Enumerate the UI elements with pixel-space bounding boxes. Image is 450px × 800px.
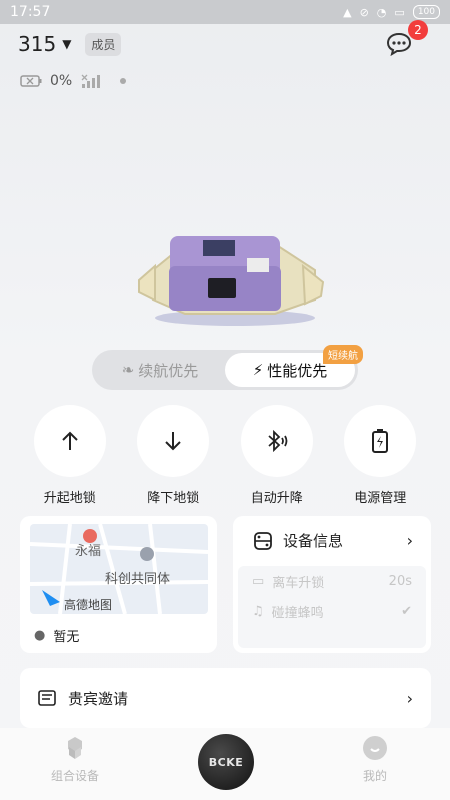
mode-toggle: ❧ 续航优先 ⚡ 性能优先 短续航 bbox=[92, 345, 363, 390]
mute-icon: ⊘ bbox=[359, 5, 369, 19]
action-circle bbox=[344, 405, 417, 477]
action-auto-lift[interactable]: 自动升降 bbox=[232, 405, 322, 506]
location-pin-icon: ● bbox=[34, 628, 46, 643]
invite-label: 贵宾邀请 bbox=[68, 689, 129, 708]
action-lower-lock[interactable]: 降下地锁 bbox=[128, 405, 218, 506]
device-info-icon bbox=[254, 531, 272, 550]
chevron-right-icon: › bbox=[406, 688, 413, 708]
action-label: 降下地锁 bbox=[147, 491, 200, 506]
signal-icon: ▲ bbox=[343, 5, 352, 19]
combo-device-icon bbox=[68, 737, 82, 759]
action-label: 电源管理 bbox=[354, 491, 407, 506]
map-label-kechuang: 科创共同体 bbox=[105, 572, 171, 587]
mode-option-label: 性能优先 bbox=[267, 361, 328, 380]
tab-label: 我的 bbox=[362, 769, 387, 783]
tab-mine[interactable]: 我的 bbox=[330, 735, 420, 784]
mode-tag: 短续航 bbox=[323, 345, 363, 364]
action-label: 自动升降 bbox=[250, 491, 303, 506]
action-power-management[interactable]: 电源管理 bbox=[335, 405, 425, 506]
brand-logo-text: BCKE bbox=[208, 755, 244, 769]
arrow-up-icon bbox=[62, 431, 78, 450]
role-badge: 成员 bbox=[85, 32, 122, 56]
battery-percent: 0% bbox=[50, 73, 73, 89]
info-row-value: 20s bbox=[388, 573, 412, 589]
info-row-label: 离车升锁 bbox=[272, 575, 325, 591]
device-info-rows: ▭ 离车升锁 20s ♫ 碰撞蜂鸣 ✔ bbox=[238, 566, 426, 648]
vip-invite-row[interactable]: 贵宾邀请 › bbox=[20, 668, 431, 728]
mode-option-endurance[interactable]: ❧ 续航优先 bbox=[95, 353, 225, 387]
device-info-header[interactable]: 设备信息 › bbox=[253, 530, 413, 551]
battery-empty-icon bbox=[20, 75, 42, 87]
center-fab-button[interactable]: BCKE bbox=[198, 734, 254, 790]
header: 315 ▼ 成员 2 bbox=[0, 20, 450, 60]
parking-lock-image bbox=[138, 236, 325, 326]
caret-down-icon: ▼ bbox=[62, 37, 72, 51]
action-circle bbox=[137, 405, 210, 477]
device-status-row: 0% bbox=[20, 73, 127, 89]
device-selector[interactable]: 315 ▼ bbox=[18, 32, 71, 56]
map-card[interactable]: 永福 科创共同体 高德地图 ● 暂无 bbox=[20, 516, 217, 653]
map-location-row: ● 暂无 bbox=[34, 626, 79, 645]
wifi-icon: ◔ bbox=[376, 5, 387, 19]
action-row: 升起地锁 降下地锁 自动升降 电源管理 bbox=[0, 405, 450, 506]
action-label: 升起地锁 bbox=[43, 491, 96, 506]
device-info-title: 设备信息 bbox=[283, 532, 344, 550]
connection-dot-icon bbox=[120, 78, 127, 84]
status-icons: ▲ ⊘ ◔ ▭ 100 bbox=[343, 5, 440, 19]
device-info-card: 设备信息 › ▭ 离车升锁 20s ♫ 碰撞蜂鸣 ✔ bbox=[233, 516, 431, 653]
envelope-icon bbox=[38, 690, 56, 706]
map-view[interactable]: 永福 科创共同体 高德地图 bbox=[30, 524, 208, 614]
info-row-collision-beep: ♫ 碰撞蜂鸣 ✔ bbox=[238, 596, 426, 626]
map-location-text: 暂无 bbox=[53, 630, 80, 645]
arrow-down-icon bbox=[165, 432, 181, 451]
action-circle bbox=[33, 405, 106, 477]
chevron-right-icon: › bbox=[406, 531, 413, 550]
message-count-badge: 2 bbox=[408, 20, 428, 40]
profile-face-icon bbox=[363, 736, 387, 760]
info-row-label: 碰撞蜂鸣 bbox=[271, 605, 324, 621]
no-signal-icon bbox=[81, 74, 101, 88]
leaf-icon: ❧ bbox=[121, 361, 135, 379]
mode-option-label: 续航优先 bbox=[138, 361, 199, 380]
check-circle-icon: ✔ bbox=[401, 603, 412, 619]
status-bar: 17:57 ▲ ⊘ ◔ ▭ 100 bbox=[0, 0, 450, 24]
car-icon: ▭ bbox=[252, 573, 265, 589]
status-time: 17:57 bbox=[10, 4, 51, 20]
bell-icon: ♫ bbox=[252, 603, 264, 619]
device-id-text: 315 bbox=[18, 32, 57, 56]
bluetooth-signal-icon bbox=[268, 429, 288, 453]
lightning-icon: ⚡ bbox=[252, 361, 264, 379]
mode-option-performance[interactable]: ⚡ 性能优先 短续航 bbox=[225, 345, 363, 387]
tab-label: 组合设备 bbox=[50, 769, 99, 783]
action-raise-lock[interactable]: 升起地锁 bbox=[25, 405, 115, 506]
map-label-yongfu: 永福 bbox=[75, 544, 102, 559]
battery-charge-icon bbox=[372, 429, 389, 453]
tab-combo-device[interactable]: 组合设备 bbox=[30, 735, 120, 784]
map-brand: 高德地图 bbox=[64, 598, 113, 612]
chat-bubble-icon bbox=[386, 32, 412, 57]
info-row-leave-lift: ▭ 离车升锁 20s bbox=[238, 566, 426, 596]
battery-icon: 100 bbox=[412, 5, 440, 19]
action-circle bbox=[240, 405, 313, 477]
screen-icon: ▭ bbox=[394, 5, 405, 19]
